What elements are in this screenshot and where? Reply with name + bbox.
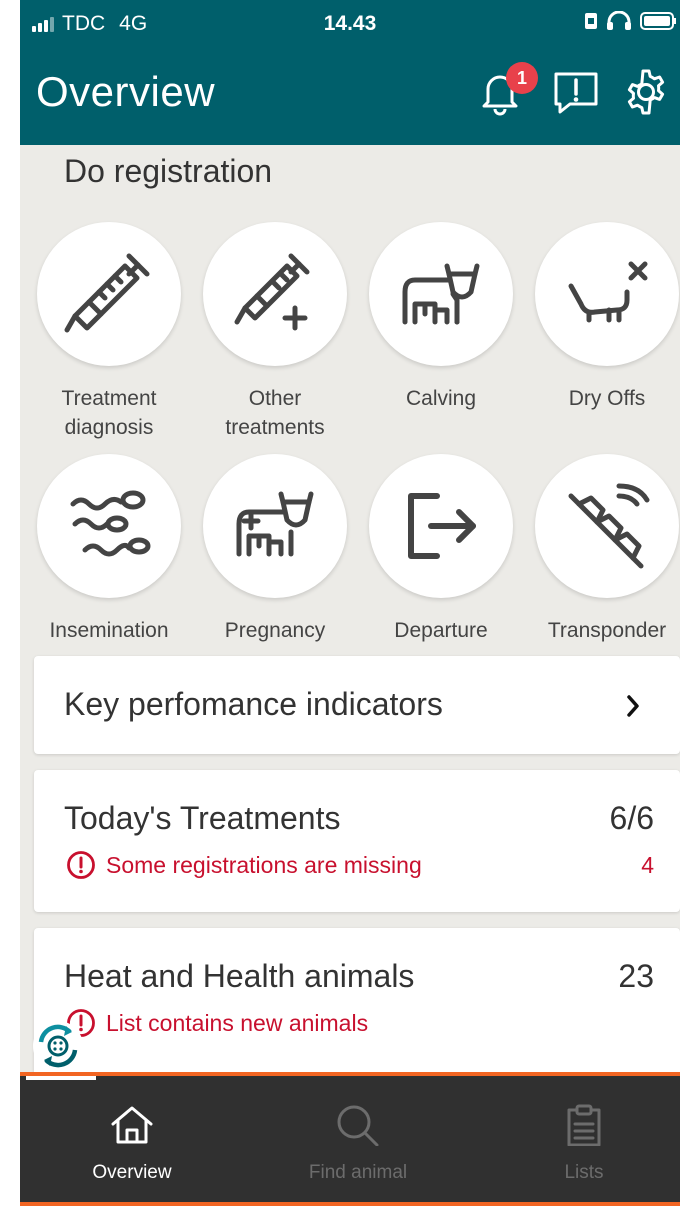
other-treatments-label-2: treatments: [225, 416, 325, 439]
treatments-count: 6/6: [609, 800, 654, 836]
transponder-label: Transponder: [547, 619, 667, 642]
sync-icon[interactable]: [32, 1020, 84, 1072]
bottom-tab-bar: Overview Find animal Lists: [20, 1072, 680, 1206]
treatment-diagnosis-button[interactable]: Treatment diagnosis: [34, 222, 184, 442]
app-header: Overview: [20, 44, 680, 145]
pregnancy-button[interactable]: Pregnancy: [200, 454, 350, 645]
battery-icon: [640, 12, 676, 30]
tab-lists-label: Lists: [564, 1162, 604, 1183]
calving-button[interactable]: Calving: [366, 222, 516, 413]
status-right: [584, 11, 676, 31]
status-time: 14.43: [323, 12, 377, 35]
dry-offs-label: Dry Offs: [568, 387, 646, 410]
tab-overview-label: Overview: [92, 1162, 172, 1183]
treatments-warning-count: 4: [641, 852, 654, 878]
gear-icon[interactable]: [620, 66, 672, 118]
kpi-title: Key perfomance indicators: [64, 686, 443, 722]
kpi-card[interactable]: Key perfomance indicators: [34, 656, 680, 754]
heat-health-card[interactable]: Heat and Health animals 23 List contains…: [34, 928, 680, 1078]
treatments-title: Today's Treatments: [64, 800, 341, 836]
other-treatments-button[interactable]: Other treatments: [200, 222, 350, 442]
treatments-warning-text: Some registrations are missing: [106, 851, 422, 878]
pregnant-cow-icon: [236, 491, 314, 557]
home-icon: [111, 1106, 153, 1144]
dry-offs-button[interactable]: Dry Offs: [532, 222, 680, 413]
chevron-right-icon: [627, 695, 639, 717]
tab-lists[interactable]: Lists: [484, 1104, 680, 1184]
cow-calf-icon: [402, 263, 480, 325]
udder-x-icon: [568, 261, 648, 323]
tab-overview[interactable]: Overview: [32, 1104, 232, 1184]
todays-treatments-card[interactable]: Today's Treatments 6/6 Some registration…: [34, 770, 680, 912]
report-icon[interactable]: [550, 66, 602, 118]
insemination-label: Insemination: [49, 619, 169, 642]
pregnancy-label: Pregnancy: [224, 619, 326, 642]
treatments-warning: Some registrations are missing: [66, 850, 422, 880]
other-treatments-label-1: Other: [248, 387, 302, 410]
sim-icon: [585, 13, 597, 29]
notification-badge: 1: [506, 62, 538, 94]
search-icon: [337, 1105, 379, 1147]
insemination-button[interactable]: Insemination: [34, 454, 184, 645]
tab-find-animal-label: Find animal: [308, 1162, 408, 1183]
sperm-icon: [70, 490, 151, 557]
heat-title: Heat and Health animals: [64, 958, 415, 994]
transponder-button[interactable]: Transponder: [532, 454, 680, 645]
heat-count: 23: [618, 958, 654, 994]
status-bar: TDC 4G 14.43: [20, 0, 680, 44]
treatment-diagnosis-label-1: Treatment: [61, 387, 157, 410]
registration-title: Do registration: [64, 153, 273, 189]
page-title: Overview: [36, 68, 216, 115]
transponder-icon: [568, 483, 650, 569]
treatment-diagnosis-label-2: diagnosis: [64, 416, 154, 439]
syringe-icon: [64, 253, 150, 333]
phone-screen: TDC 4G 14.43 Overview 1 Do registration …: [20, 0, 680, 1206]
heat-warning-text: List contains new animals: [106, 1009, 369, 1036]
heat-warning: List contains new animals: [66, 1008, 368, 1038]
departure-label: Departure: [394, 619, 488, 642]
active-tab-indicator: [26, 1076, 96, 1080]
warning-icon: [67, 851, 95, 879]
calving-label: Calving: [405, 387, 477, 410]
headphones-icon: [607, 11, 631, 30]
syringe-plus-icon: [234, 253, 310, 331]
tab-find-animal[interactable]: Find animal: [258, 1104, 458, 1184]
clipboard-icon: [567, 1104, 601, 1147]
exit-icon: [408, 493, 476, 559]
departure-button[interactable]: Departure: [366, 454, 516, 645]
